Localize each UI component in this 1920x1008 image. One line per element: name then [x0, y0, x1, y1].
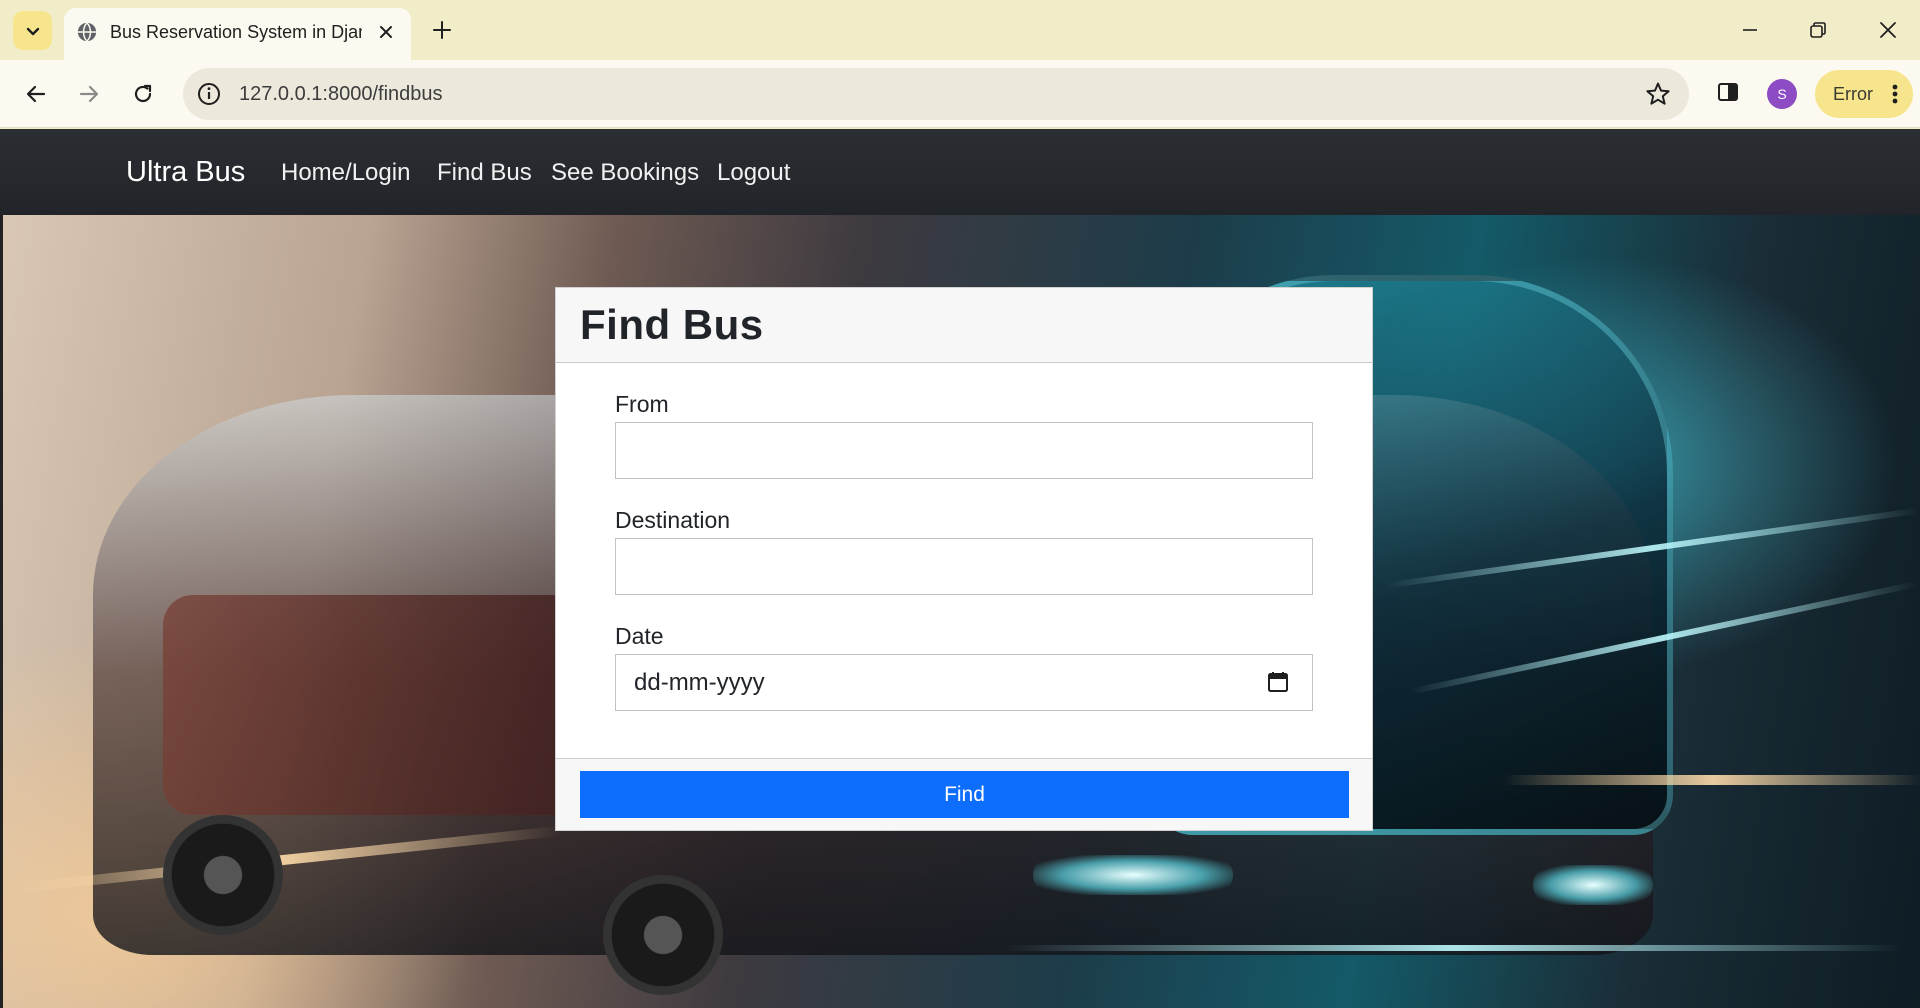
- tab-title: Bus Reservation System in Django: [110, 22, 362, 42]
- browser-toolbar: 127.0.0.1:8000/findbus S Error: [0, 60, 1920, 128]
- tab-close-button[interactable]: [374, 20, 398, 44]
- nav-link-home-login[interactable]: Home/Login: [281, 159, 410, 187]
- light-streak: [1003, 945, 1903, 951]
- address-bar[interactable]: 127.0.0.1:8000/findbus: [183, 68, 1689, 120]
- headlight-right: [1533, 865, 1653, 905]
- page-title: Find Bus: [580, 301, 764, 348]
- navbar-brand[interactable]: Ultra Bus: [126, 156, 245, 189]
- from-label: From: [615, 391, 669, 417]
- destination-label: Destination: [615, 507, 731, 533]
- light-streak: [1503, 775, 1920, 785]
- error-menu-button[interactable]: Error: [1815, 70, 1913, 118]
- calendar-icon[interactable]: [1266, 670, 1290, 694]
- find-button[interactable]: Find: [580, 771, 1349, 818]
- site-navbar: Ultra Bus Home/Login Find Bus See Bookin…: [0, 129, 1920, 215]
- find-bus-card: Find Bus From Destination Date dd-mm-yyy…: [555, 287, 1373, 831]
- from-input[interactable]: [615, 422, 1313, 479]
- reload-button[interactable]: [123, 74, 163, 114]
- arrow-right-icon: [79, 85, 99, 103]
- plus-icon: [433, 21, 451, 39]
- profile-avatar[interactable]: S: [1767, 79, 1797, 109]
- date-label: Date: [615, 623, 664, 649]
- nav-link-see-bookings[interactable]: See Bookings: [551, 159, 699, 187]
- reload-icon: [134, 84, 152, 103]
- star-icon[interactable]: [1645, 81, 1671, 107]
- close-window-button[interactable]: [1870, 12, 1906, 48]
- card-footer: Find: [556, 758, 1372, 830]
- restore-icon: [1810, 22, 1826, 38]
- info-icon[interactable]: [196, 81, 222, 107]
- chevron-down-icon: [26, 27, 39, 35]
- card-header: Find Bus: [556, 288, 1372, 363]
- page-viewport: Ultra Bus Home/Login Find Bus See Bookin…: [0, 129, 1920, 1008]
- minimize-button[interactable]: [1732, 12, 1768, 48]
- bus-wheel: [603, 875, 723, 995]
- forward-button[interactable]: [69, 74, 109, 114]
- restore-button[interactable]: [1800, 12, 1836, 48]
- browser-tab[interactable]: Bus Reservation System in Django: [64, 8, 411, 60]
- minimize-icon: [1743, 29, 1757, 31]
- globe-icon: [77, 22, 97, 42]
- destination-input[interactable]: [615, 538, 1313, 595]
- nav-link-logout[interactable]: Logout: [717, 159, 790, 187]
- side-panel-button[interactable]: [1712, 76, 1744, 108]
- error-label: Error: [1833, 84, 1873, 104]
- back-button[interactable]: [16, 74, 56, 114]
- tab-search-button[interactable]: [13, 11, 52, 50]
- new-tab-button[interactable]: [428, 16, 456, 44]
- side-panel-icon: [1718, 83, 1738, 101]
- bus-wheel: [163, 815, 283, 935]
- browser-tab-strip: Bus Reservation System in Django: [0, 0, 1920, 60]
- headlight-left: [1033, 855, 1233, 895]
- close-icon: [1880, 22, 1896, 38]
- bus-windows: [163, 595, 623, 815]
- date-input[interactable]: dd-mm-yyyy: [615, 654, 1313, 711]
- close-icon: [380, 26, 392, 38]
- url-text[interactable]: 127.0.0.1:8000/findbus: [239, 83, 443, 106]
- kebab-menu-icon: [1892, 84, 1898, 104]
- arrow-left-icon: [26, 85, 46, 103]
- date-value: dd-mm-yyyy: [634, 669, 765, 696]
- nav-link-find-bus[interactable]: Find Bus: [437, 159, 532, 187]
